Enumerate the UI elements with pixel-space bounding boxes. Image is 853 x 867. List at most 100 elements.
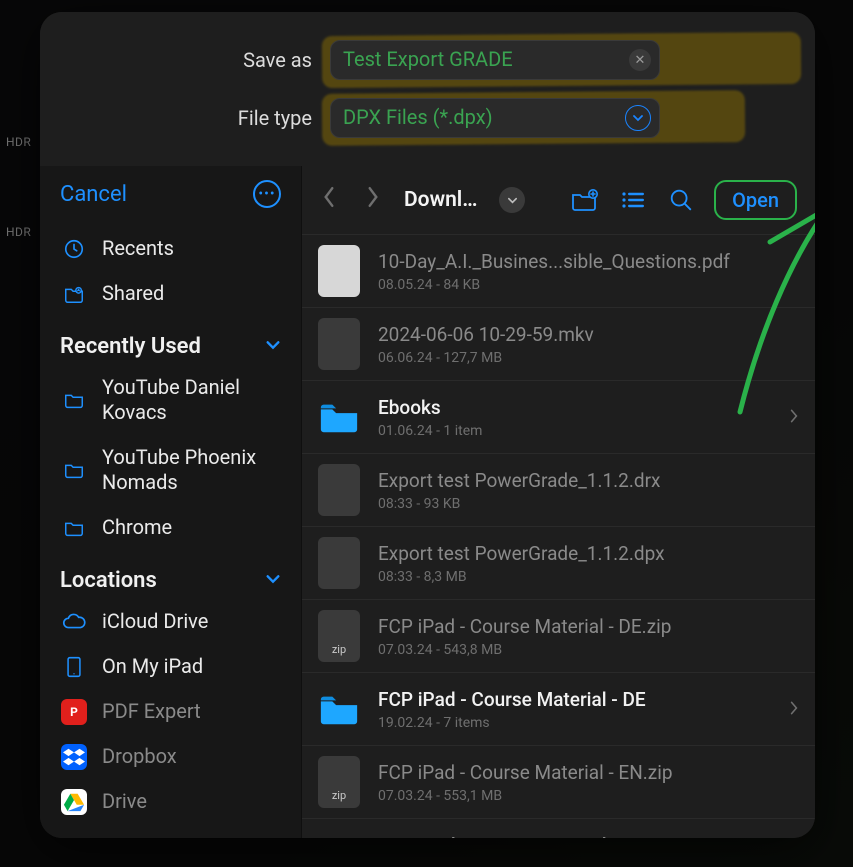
search-icon[interactable]: [666, 185, 696, 215]
file-subtitle: 07.03.24 - 553,1 MB: [378, 788, 799, 804]
locations-header[interactable]: Locations: [54, 550, 287, 599]
save-as-value: Test Export GRADE: [343, 47, 513, 71]
file-icon: [318, 537, 360, 589]
current-path[interactable]: Downl…: [404, 188, 477, 212]
open-button[interactable]: Open: [714, 180, 797, 220]
file-icon: [318, 464, 360, 516]
sidebar-item-label: Chrome: [102, 515, 172, 540]
file-meta: 10-Day_A.I._Busines...sible_Questions.pd…: [378, 250, 799, 293]
file-list[interactable]: 10-Day_A.I._Busines...sible_Questions.pd…: [302, 234, 815, 838]
file-name: FCP iPad - Course Material - DE: [378, 688, 771, 711]
zip-file-icon: zip: [318, 610, 360, 662]
back-button[interactable]: [316, 186, 342, 214]
file-name: 10-Day_A.I._Busines...sible_Questions.pd…: [378, 250, 799, 273]
chevron-right-icon: [789, 697, 799, 721]
file-name: FCP iPad - Course Material - EN.zip: [378, 761, 799, 784]
file-row[interactable]: 2024-06-06 10-29-59.mkv 06.06.24 - 127,7…: [302, 308, 815, 381]
sidebar-recent-item[interactable]: Chrome: [54, 505, 287, 550]
file-row[interactable]: zip FCP iPad - Course Material - EN.zip …: [302, 746, 815, 819]
path-dropdown-icon[interactable]: [499, 187, 525, 213]
file-subtitle: 19.02.24 - 7 items: [378, 715, 771, 731]
clock-icon: [60, 237, 88, 261]
file-browser: Downl… Open 10-Day_A.I._Busines...sible_…: [302, 166, 815, 838]
file-subtitle: 06.06.24 - 127,7 MB: [378, 350, 799, 366]
pdf-expert-icon: P: [60, 700, 88, 724]
sidebar-shared[interactable]: Shared: [54, 271, 287, 316]
form-area: Save as Test Export GRADE ✕ File type DP…: [40, 12, 815, 166]
file-subtitle: 08.05.24 - 84 KB: [378, 277, 799, 293]
file-type-dropdown[interactable]: DPX Files (*.dpx): [330, 98, 660, 138]
section-title: Recently Used: [60, 334, 201, 359]
file-meta: FCP iPad - Course Material - EN 19.02.24…: [378, 834, 771, 839]
chevron-down-icon[interactable]: [625, 105, 651, 131]
file-name: Export test PowerGrade_1.1.2.drx: [378, 469, 799, 492]
document-icon: [318, 245, 360, 297]
sidebar-location-item[interactable]: P PDF Expert: [54, 689, 287, 734]
sidebar-item-label: Recents: [102, 236, 174, 261]
file-icon: [318, 318, 360, 370]
file-row[interactable]: Ebooks 01.06.24 - 1 item: [302, 381, 815, 454]
sidebar-item-label: Shared: [102, 281, 164, 306]
file-subtitle: 07.03.24 - 543,8 MB: [378, 642, 799, 658]
save-as-input[interactable]: Test Export GRADE ✕: [330, 40, 660, 80]
file-subtitle: 01.06.24 - 1 item: [378, 423, 771, 439]
sidebar-location-item[interactable]: Dropbox: [54, 734, 287, 779]
new-folder-icon[interactable]: [570, 185, 600, 215]
file-row[interactable]: 10-Day_A.I._Busines...sible_Questions.pd…: [302, 234, 815, 308]
file-type-value: DPX Files (*.dpx): [343, 105, 493, 129]
file-meta: FCP iPad - Course Material - DE.zip 07.0…: [378, 615, 799, 658]
save-as-row: Save as Test Export GRADE ✕: [62, 40, 793, 80]
folder-icon: [60, 516, 88, 540]
folder-icon: [60, 388, 88, 412]
sidebar-recent-item[interactable]: YouTube Daniel Kovacs: [54, 365, 287, 435]
file-row[interactable]: Export test PowerGrade_1.1.2.dpx 08:33 -…: [302, 527, 815, 600]
file-row[interactable]: FCP iPad - Course Material - EN 19.02.24…: [302, 819, 815, 838]
browser-toolbar: Downl… Open: [302, 166, 815, 234]
file-name: FCP iPad - Course Material - DE.zip: [378, 615, 799, 638]
cloud-icon: [60, 610, 88, 634]
ipad-icon: [60, 655, 88, 679]
sidebar-item-label: YouTube Daniel Kovacs: [102, 375, 281, 425]
file-subtitle: 08:33 - 8,3 MB: [378, 569, 799, 585]
file-meta: Export test PowerGrade_1.1.2.dpx 08:33 -…: [378, 542, 799, 585]
bg-hdr-badge: HDR: [6, 225, 31, 239]
file-name: 2024-06-06 10-29-59.mkv: [378, 323, 799, 346]
file-meta: 2024-06-06 10-29-59.mkv 06.06.24 - 127,7…: [378, 323, 799, 366]
file-row[interactable]: zip FCP iPad - Course Material - DE.zip …: [302, 600, 815, 673]
file-subtitle: 08:33 - 93 KB: [378, 496, 799, 512]
list-view-icon[interactable]: [618, 185, 648, 215]
sidebar-item-label: Dropbox: [102, 744, 177, 769]
save-as-field-wrap: Test Export GRADE ✕: [330, 40, 793, 80]
drive-icon: [60, 790, 88, 814]
folder-icon: [318, 683, 360, 735]
file-row[interactable]: FCP iPad - Course Material - DE 19.02.24…: [302, 673, 815, 746]
section-title: Locations: [60, 568, 157, 593]
sidebar-item-label: iCloud Drive: [102, 609, 208, 634]
folder-icon: [60, 458, 88, 482]
sidebar-item-label: PDF Expert: [102, 699, 201, 724]
sidebar: Cancel ••• Recents Shared Recently Used: [40, 166, 302, 838]
chevron-down-icon: [265, 568, 281, 593]
chevron-right-icon: [789, 405, 799, 429]
file-meta: Ebooks 01.06.24 - 1 item: [378, 396, 771, 439]
sidebar-location-item[interactable]: Drive: [54, 779, 287, 824]
zip-file-icon: zip: [318, 756, 360, 808]
cancel-button[interactable]: Cancel: [60, 182, 127, 207]
recently-used-header[interactable]: Recently Used: [54, 316, 287, 365]
clear-icon[interactable]: ✕: [629, 49, 651, 71]
sidebar-recent-item[interactable]: YouTube Phoenix Nomads: [54, 435, 287, 505]
more-options-icon[interactable]: •••: [253, 180, 281, 208]
split-area: Cancel ••• Recents Shared Recently Used: [40, 166, 815, 838]
file-meta: FCP iPad - Course Material - DE 19.02.24…: [378, 688, 771, 731]
sidebar-location-item[interactable]: iCloud Drive: [54, 599, 287, 644]
forward-button[interactable]: [360, 186, 386, 214]
folder-icon: [318, 391, 360, 443]
sidebar-location-item[interactable]: On My iPad: [54, 644, 287, 689]
sidebar-item-label: On My iPad: [102, 654, 203, 679]
sidebar-recents[interactable]: Recents: [54, 226, 287, 271]
sidebar-item-label: Drive: [102, 789, 147, 814]
file-row[interactable]: Export test PowerGrade_1.1.2.drx 08:33 -…: [302, 454, 815, 527]
file-type-field-wrap: DPX Files (*.dpx): [330, 98, 793, 138]
file-type-label: File type: [62, 106, 312, 130]
save-as-label: Save as: [62, 48, 312, 72]
